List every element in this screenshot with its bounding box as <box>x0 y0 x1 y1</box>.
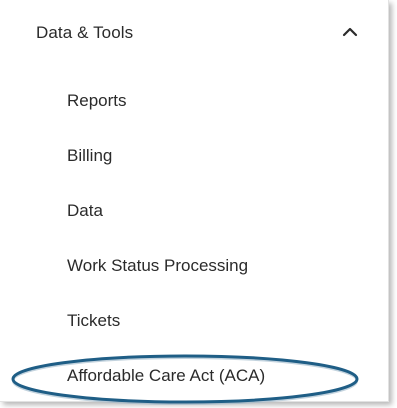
menu-item-tickets[interactable]: Tickets <box>0 300 388 344</box>
section-title: Data & Tools <box>36 23 134 42</box>
menu-item-data[interactable]: Data <box>0 190 388 234</box>
menu-item-label: Work Status Processing <box>67 256 249 275</box>
data-tools-section-header[interactable]: Data & Tools <box>0 0 388 66</box>
chevron-up-icon[interactable] <box>340 22 360 42</box>
menu-item-label: Data <box>67 201 103 220</box>
menu-item-label: Reports <box>67 91 127 110</box>
menu-item-affordable-care-act[interactable]: Affordable Care Act (ACA) <box>0 355 388 399</box>
menu-item-reports[interactable]: Reports <box>0 80 388 124</box>
menu-item-label: Billing <box>67 146 113 165</box>
menu-item-work-status-processing[interactable]: Work Status Processing <box>0 245 388 289</box>
menu-item-label: Affordable Care Act (ACA) <box>67 366 266 385</box>
menu-item-billing[interactable]: Billing <box>0 135 388 179</box>
menu-item-label: Tickets <box>67 311 121 330</box>
data-tools-menu-panel: Data & Tools Reports Billing Data Work S… <box>0 0 389 402</box>
